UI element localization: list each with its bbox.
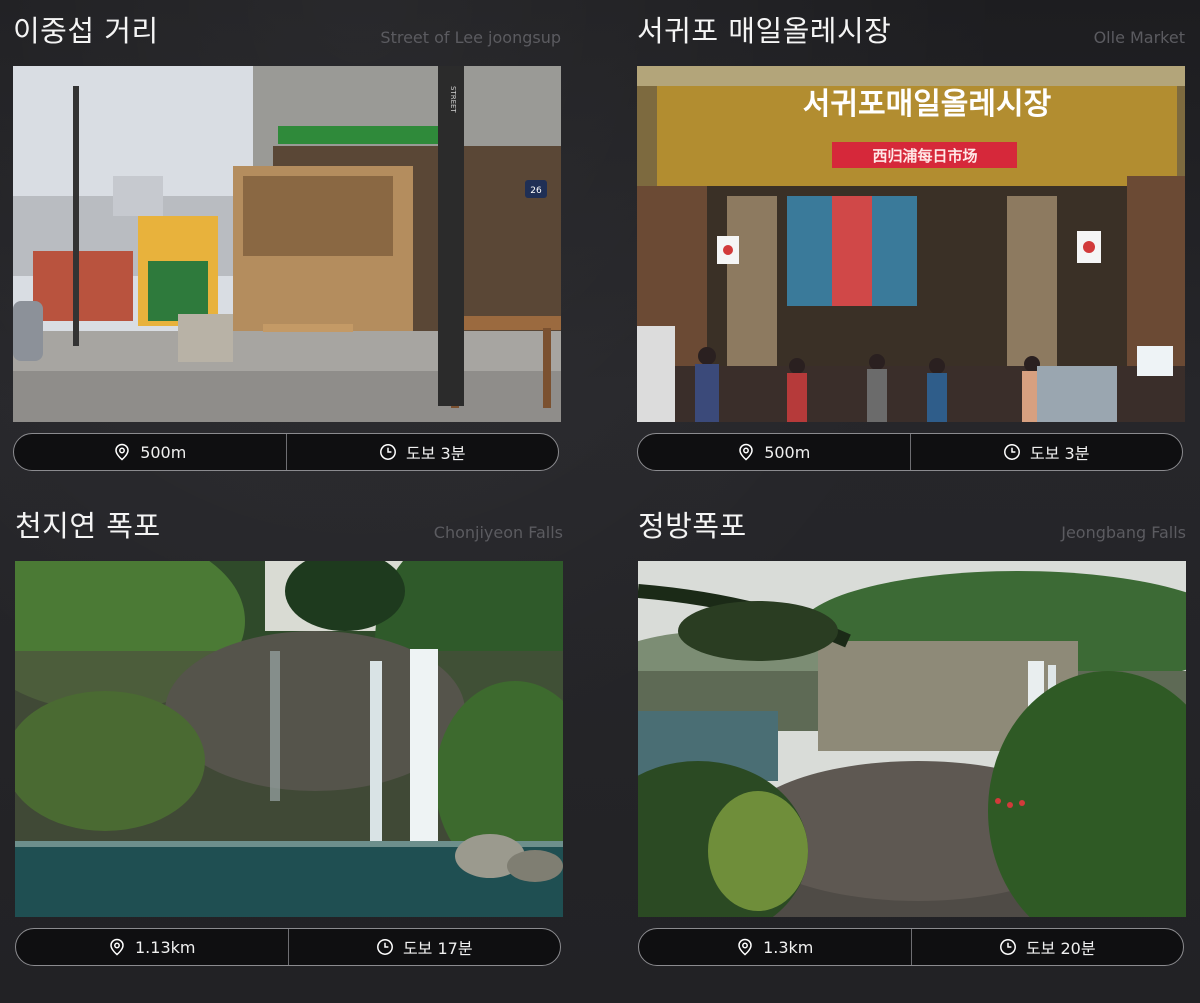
- walk-time-value: 도보 3분: [406, 444, 466, 463]
- market-sign-chinese: 西归浦每日市场: [872, 147, 977, 165]
- distance-segment: 500m: [638, 434, 910, 470]
- waterfall-photo: [15, 561, 563, 917]
- walk-time-segment: 도보 20분: [910, 929, 1184, 965]
- walk-time-value: 도보 17분: [402, 939, 473, 958]
- card-subtitle: Olle Market: [1093, 28, 1185, 47]
- clock-icon: [1003, 443, 1021, 461]
- walk-time-value: 도보 3분: [1030, 444, 1090, 463]
- distance-segment: 1.13km: [16, 929, 288, 965]
- clock-icon: [376, 938, 394, 956]
- card-subtitle: Chonjiyeon Falls: [433, 523, 563, 542]
- card-info-bar: 1.3km 도보 20분: [638, 928, 1184, 966]
- location-pin-icon: [113, 443, 131, 461]
- distance-value: 500m: [140, 442, 187, 462]
- card-title: 서귀포 매일올레시장: [637, 14, 892, 48]
- card-header: 천지연 폭포 Chonjiyeon Falls: [15, 495, 563, 547]
- distance-segment: 500m: [14, 434, 286, 470]
- card-header: 서귀포 매일올레시장 Olle Market: [637, 0, 1185, 52]
- market-photo: 서귀포매일올레시장 西归浦每日市场: [637, 66, 1185, 422]
- walk-time-value: 도보 20분: [1025, 939, 1096, 958]
- walk-time-segment: 도보 17분: [287, 929, 561, 965]
- coastal-waterfall-photo: [638, 561, 1186, 917]
- distance-value: 1.3km: [763, 937, 814, 957]
- attraction-card-olle-market[interactable]: 서귀포 매일올레시장 Olle Market 서귀포매일올레시장 西归浦每日市场: [637, 0, 1185, 471]
- clock-icon: [379, 443, 397, 461]
- street-photo: STREET 26: [13, 66, 561, 422]
- house-number-sign: 26: [530, 186, 542, 196]
- card-title: 정방폭포: [638, 509, 747, 543]
- card-info-bar: 500m 도보 3분: [13, 433, 559, 471]
- market-sign: 서귀포매일올레시장: [803, 87, 1052, 122]
- location-pin-icon: [108, 938, 126, 956]
- card-title: 천지연 폭포: [15, 509, 161, 543]
- distance-value: 1.13km: [135, 937, 196, 957]
- card-photo[interactable]: [15, 561, 563, 917]
- card-photo[interactable]: STREET 26: [13, 66, 561, 422]
- card-header: 정방폭포 Jeongbang Falls: [638, 495, 1186, 547]
- clock-icon: [999, 938, 1017, 956]
- distance-segment: 1.3km: [639, 929, 911, 965]
- street-sign-vertical: STREET: [449, 86, 457, 113]
- attraction-card-jeongbang-falls[interactable]: 정방폭포 Jeongbang Falls 1.3km 도보 20분: [638, 495, 1186, 966]
- card-subtitle: Jeongbang Falls: [1061, 523, 1186, 542]
- attraction-card-lee-joongsup-street[interactable]: 이중섭 거리 Street of Lee joongsup STREET 26 …: [13, 0, 561, 471]
- location-pin-icon: [736, 938, 754, 956]
- card-info-bar: 1.13km 도보 17분: [15, 928, 561, 966]
- attraction-card-chonjiyeon-falls[interactable]: 천지연 폭포 Chonjiyeon Falls 1.13km 도보 17분: [15, 495, 563, 966]
- walk-time-segment: 도보 3분: [285, 434, 559, 470]
- location-pin-icon: [737, 443, 755, 461]
- card-header: 이중섭 거리 Street of Lee joongsup: [13, 0, 561, 52]
- walk-time-segment: 도보 3분: [909, 434, 1183, 470]
- card-info-bar: 500m 도보 3분: [637, 433, 1183, 471]
- card-photo[interactable]: 서귀포매일올레시장 西归浦每日市场: [637, 66, 1185, 422]
- card-photo[interactable]: [638, 561, 1186, 917]
- card-subtitle: Street of Lee joongsup: [380, 28, 561, 47]
- card-title: 이중섭 거리: [13, 14, 159, 48]
- distance-value: 500m: [764, 442, 811, 462]
